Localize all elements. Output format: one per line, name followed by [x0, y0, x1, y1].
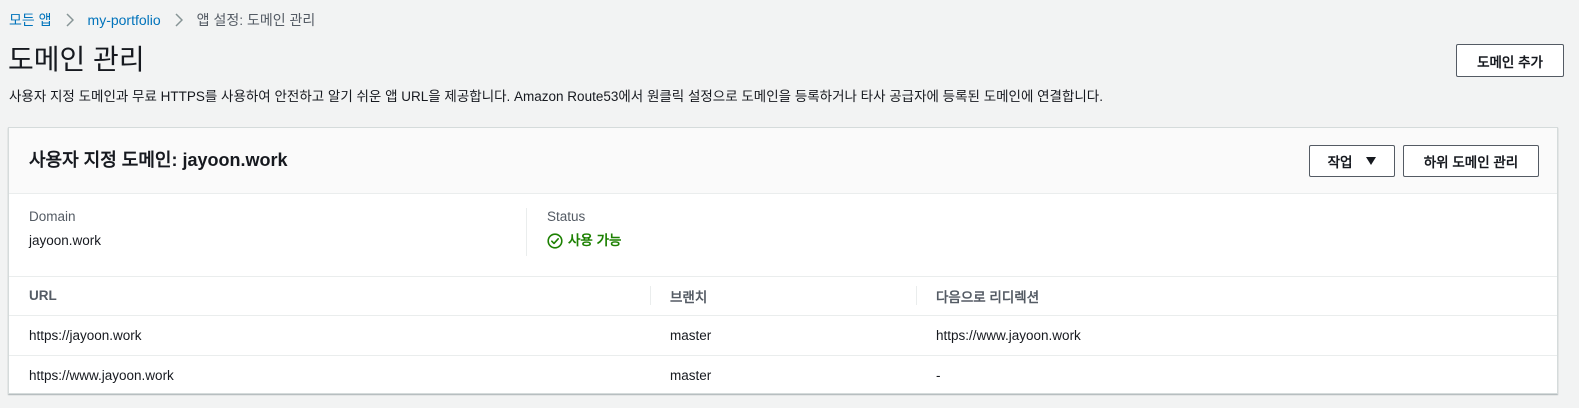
cell-branch: master — [650, 315, 916, 356]
check-circle-icon — [547, 233, 563, 249]
chevron-right-icon — [52, 13, 88, 27]
actions-dropdown-button[interactable]: 작업 — [1309, 145, 1395, 177]
add-domain-button[interactable]: 도메인 추가 — [1456, 44, 1564, 77]
breadcrumb: 모든 앱 my-portfolio 앱 설정: 도메인 관리 — [9, 11, 315, 29]
domain-field: Domain jayoon.work — [29, 208, 101, 250]
cell-url: https://www.jayoon.work — [29, 368, 174, 383]
caret-down-icon — [1366, 157, 1377, 165]
cell-branch: master — [670, 368, 712, 383]
panel-header: 사용자 지정 도메인: jayoon.work 작업 하위 도메인 관리 — [9, 128, 1557, 194]
cell-redirect: - — [936, 368, 941, 383]
actions-label: 작업 — [1327, 155, 1353, 170]
panel-title: 사용자 지정 도메인: jayoon.work — [29, 150, 288, 170]
url-table: URL 브랜치 다음으로 리디렉션 https://jayoon.work ma… — [9, 276, 1557, 395]
cell-url: https://jayoon.work — [9, 315, 650, 356]
column-header-redirect: 다음으로 리디렉션 — [916, 276, 1557, 316]
status-label: Status — [547, 209, 586, 224]
chevron-right-icon — [161, 13, 197, 27]
domain-value: jayoon.work — [29, 233, 102, 248]
breadcrumb-current: 앱 설정: 도메인 관리 — [196, 12, 316, 28]
page-title: 도메인 관리 — [8, 44, 145, 75]
manage-subdomains-button[interactable]: 하위 도메인 관리 — [1403, 145, 1539, 177]
domain-summary: Domain jayoon.work Status 사용 가능 — [9, 194, 1557, 277]
column-header-url: URL — [9, 276, 650, 316]
table-row: https://jayoon.work master https://www.j… — [9, 315, 1557, 356]
table-header-row: URL 브랜치 다음으로 리디렉션 — [9, 276, 1557, 316]
table-row: https://www.jayoon.work master - — [9, 356, 1557, 396]
page-description: 사용자 지정 도메인과 무료 HTTPS를 사용하여 안전하고 알기 쉬운 앱 … — [9, 89, 1103, 104]
domain-label: Domain — [29, 209, 76, 224]
status-badge: 사용 가능 — [547, 232, 621, 250]
custom-domain-panel: 사용자 지정 도메인: jayoon.work 작업 하위 도메인 관리 Dom… — [8, 127, 1558, 394]
cell-redirect: https://www.jayoon.work — [916, 315, 1557, 356]
breadcrumb-all-apps[interactable]: 모든 앱 — [9, 10, 52, 30]
breadcrumb-app[interactable]: my-portfolio — [88, 12, 161, 28]
column-header-branch: 브랜치 — [650, 276, 916, 316]
status-value: 사용 가능 — [568, 233, 622, 248]
status-field: Status 사용 가능 — [526, 208, 621, 256]
